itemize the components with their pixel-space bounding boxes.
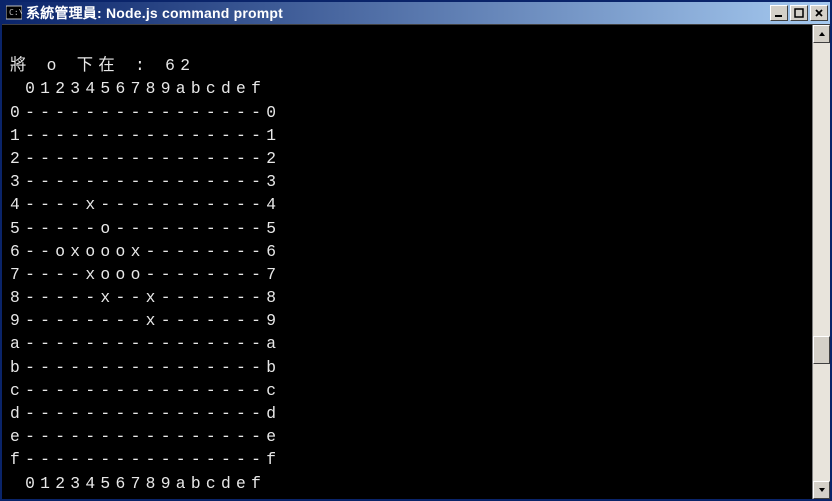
console-line: 8-----x--x-------8 [10, 286, 804, 309]
console-line [10, 31, 804, 54]
console-line: e----------------e [10, 425, 804, 448]
vertical-scrollbar[interactable] [812, 25, 830, 499]
console-line: 4----x-----------4 [10, 193, 804, 216]
console-line: 7----xooo--------7 [10, 263, 804, 286]
console-line: 1----------------1 [10, 124, 804, 147]
window-controls [770, 5, 828, 21]
scroll-thumb[interactable] [813, 336, 830, 364]
svg-text:C:\: C:\ [9, 8, 22, 17]
console-line: d----------------d [10, 402, 804, 425]
scroll-down-button[interactable] [813, 481, 830, 499]
console-line: 5-----o----------5 [10, 217, 804, 240]
minimize-button[interactable] [770, 5, 788, 21]
titlebar[interactable]: C:\ 系統管理員: Node.js command prompt [2, 2, 830, 24]
window-title: 系統管理員: Node.js command prompt [26, 3, 770, 23]
console-line: a----------------a [10, 332, 804, 355]
console-line: 6--oxooox--------6 [10, 240, 804, 263]
window-frame: C:\ 系統管理員: Node.js command prompt 將 o 下在… [0, 0, 832, 501]
scroll-up-button[interactable] [813, 25, 830, 43]
console-line: 0----------------0 [10, 101, 804, 124]
console-line: 2----------------2 [10, 147, 804, 170]
console-line: 0123456789abcdef [10, 472, 804, 495]
terminal-icon: C:\ [6, 5, 22, 21]
client-area: 將 o 下在 : 62 0123456789abcdef0-----------… [2, 24, 830, 499]
console-output[interactable]: 將 o 下在 : 62 0123456789abcdef0-----------… [2, 25, 812, 499]
console-line: f----------------f [10, 448, 804, 471]
maximize-button[interactable] [790, 5, 808, 21]
console-line: 0123456789abcdef [10, 77, 804, 100]
scroll-track[interactable] [813, 43, 830, 481]
console-line: b----------------b [10, 356, 804, 379]
console-line: c----------------c [10, 379, 804, 402]
console-line: 9--------x-------9 [10, 309, 804, 332]
close-button[interactable] [810, 5, 828, 21]
console-line: 將 o 下在 : 62 [10, 54, 804, 77]
console-line: 3----------------3 [10, 170, 804, 193]
